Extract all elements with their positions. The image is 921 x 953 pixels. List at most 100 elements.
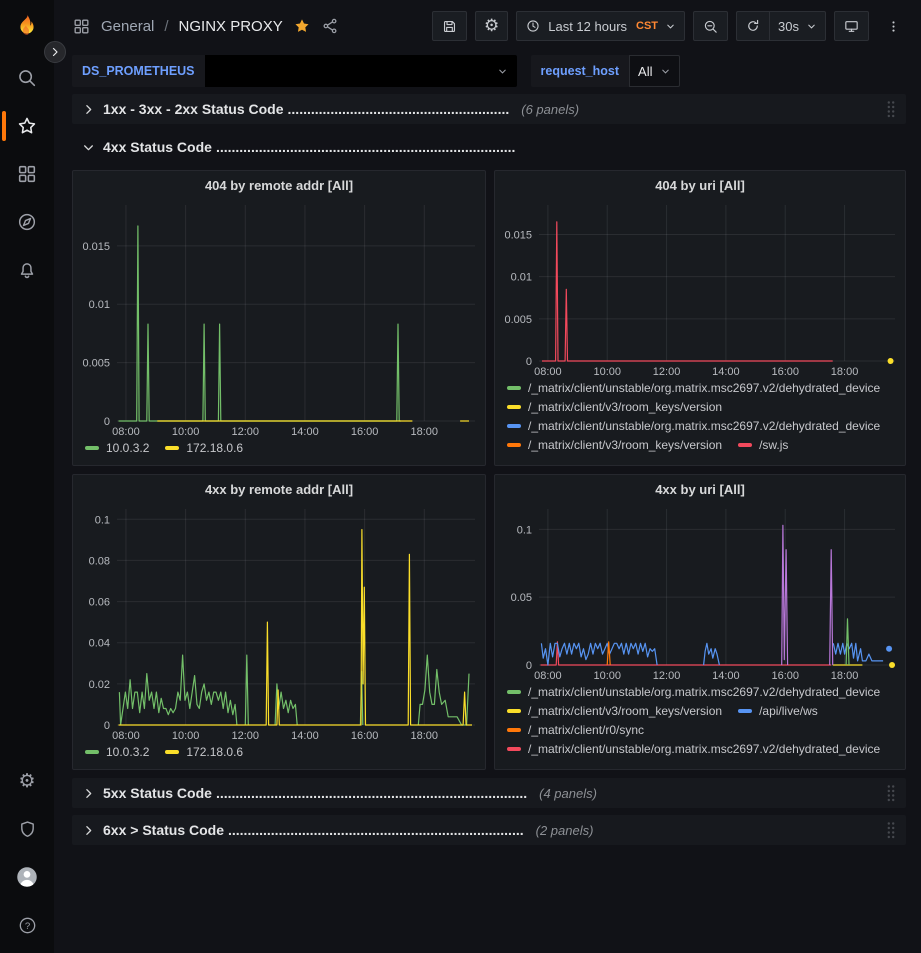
svg-text:0.01: 0.01 <box>511 272 532 284</box>
chart-404-by-remote-addr[interactable]: 08:0010:0012:0014:0016:0018:0000.0050.01… <box>73 199 485 439</box>
legend-label: /_matrix/client/v3/room_keys/version <box>528 400 722 414</box>
favorite-star-icon[interactable] <box>293 17 311 35</box>
svg-text:12:00: 12:00 <box>232 426 260 438</box>
legend-item[interactable]: /_matrix/client/v3/room_keys/version <box>507 400 722 414</box>
more-options-button[interactable] <box>877 11 909 41</box>
chart-4xx-by-uri[interactable]: 08:0010:0012:0014:0016:0018:0000.050.1 <box>495 503 905 683</box>
legend-label: /_matrix/client/unstable/org.matrix.msc2… <box>528 685 880 699</box>
breadcrumb-separator: / <box>164 18 168 35</box>
variable-value-dropdown[interactable]: All <box>629 55 680 87</box>
svg-text:0.01: 0.01 <box>89 299 110 311</box>
grafana-flame-icon <box>12 12 42 42</box>
sidebar-item-explore[interactable] <box>0 198 54 246</box>
time-range-picker[interactable]: Last 12 hours CST <box>516 11 685 41</box>
legend-label: 172.18.0.6 <box>186 441 243 455</box>
legend-label: /_matrix/client/unstable/org.matrix.msc2… <box>528 742 880 756</box>
variable-request-host: request_host All <box>531 55 681 87</box>
variable-value-dropdown[interactable] <box>205 55 517 87</box>
panel-title[interactable]: 4xx by remote addr [All] <box>73 475 485 503</box>
legend-color-swatch <box>85 750 99 754</box>
dashboard-settings-button[interactable]: ⚙ <box>475 11 508 41</box>
sidebar-expand-button[interactable] <box>44 41 66 63</box>
legend-item[interactable]: /api/live/ws <box>738 704 818 718</box>
page-title[interactable]: NGINX PROXY <box>179 18 283 35</box>
active-indicator-bar <box>2 111 6 141</box>
tv-mode-button[interactable] <box>834 11 869 41</box>
svg-text:0.015: 0.015 <box>504 230 532 242</box>
refresh-button-group: 30s <box>736 11 826 41</box>
refresh-button[interactable] <box>736 11 769 41</box>
row-title: 1xx - 3xx - 2xx Status Code <box>103 101 284 117</box>
legend-item[interactable]: /_matrix/client/v3/room_keys/version <box>507 438 722 452</box>
legend-item[interactable]: /_matrix/client/v3/room_keys/version <box>507 704 722 718</box>
drag-handle-icon[interactable] <box>886 100 896 118</box>
svg-text:14:00: 14:00 <box>712 670 740 682</box>
row-title-leader: ........................................… <box>216 139 516 155</box>
save-dashboard-button[interactable] <box>432 11 467 41</box>
legend-color-swatch <box>507 443 521 447</box>
svg-text:0: 0 <box>526 356 532 368</box>
legend-label: /_matrix/client/unstable/org.matrix.msc2… <box>528 419 880 433</box>
sidebar-item-server-admin[interactable] <box>0 805 54 853</box>
share-icon[interactable] <box>321 17 339 35</box>
legend-item[interactable]: /_matrix/client/r0/sync <box>507 723 644 737</box>
svg-text:18:00: 18:00 <box>411 426 439 438</box>
svg-text:0.015: 0.015 <box>82 241 110 253</box>
chart-404-by-uri[interactable]: 08:0010:0012:0014:0016:0018:0000.0050.01… <box>495 199 905 379</box>
legend-item[interactable]: 10.0.3.2 <box>85 745 149 759</box>
shield-icon <box>17 819 38 840</box>
variable-label: request_host <box>531 55 630 87</box>
legend-label: /sw.js <box>759 438 788 452</box>
legend-item[interactable]: /sw.js <box>738 438 788 452</box>
svg-text:14:00: 14:00 <box>712 366 740 378</box>
variable-ds-prometheus: DS_PROMETHEUS <box>72 55 517 87</box>
svg-text:0.04: 0.04 <box>89 638 110 650</box>
row-header-4xx[interactable]: 4xx Status Code ........................… <box>72 134 906 160</box>
sidebar-item-profile[interactable] <box>0 853 54 901</box>
breadcrumb-folder[interactable]: General <box>101 18 154 35</box>
sidebar-item-starred[interactable] <box>0 102 54 150</box>
svg-text:0.06: 0.06 <box>89 597 110 609</box>
svg-text:0.1: 0.1 <box>517 524 532 536</box>
panel-title[interactable]: 4xx by uri [All] <box>495 475 905 503</box>
sidebar-item-dashboards[interactable] <box>0 150 54 198</box>
drag-handle-icon[interactable] <box>886 821 896 839</box>
row-header-6xx[interactable]: 6xx > Status Code ......................… <box>72 815 906 845</box>
refresh-interval-picker[interactable]: 30s <box>769 11 826 41</box>
row-title-leader: ........................................… <box>288 101 510 117</box>
row-title: 4xx Status Code <box>103 139 212 155</box>
legend-item[interactable]: /_matrix/client/unstable/org.matrix.msc2… <box>507 381 880 395</box>
svg-text:08:00: 08:00 <box>112 730 140 742</box>
legend-label: /_matrix/client/r0/sync <box>528 723 644 737</box>
svg-text:10:00: 10:00 <box>593 670 621 682</box>
svg-text:08:00: 08:00 <box>534 670 562 682</box>
legend-item[interactable]: 10.0.3.2 <box>85 441 149 455</box>
sidebar-item-alerting[interactable] <box>0 246 54 294</box>
dashboard-grid: 1xx - 3xx - 2xx Status Code ............… <box>54 90 921 953</box>
svg-text:12:00: 12:00 <box>653 366 681 378</box>
svg-text:0.005: 0.005 <box>82 358 110 370</box>
row-header-5xx[interactable]: 5xx Status Code ........................… <box>72 778 906 808</box>
legend-item[interactable]: /_matrix/client/unstable/org.matrix.msc2… <box>507 685 880 699</box>
zoom-out-time-button[interactable] <box>693 11 728 41</box>
search-icon <box>16 67 38 89</box>
chevron-down-icon <box>497 66 508 77</box>
svg-text:10:00: 10:00 <box>172 730 200 742</box>
compass-icon <box>16 211 38 233</box>
row-header-1xx-3xx-2xx[interactable]: 1xx - 3xx - 2xx Status Code ............… <box>72 94 906 124</box>
dashboards-grid-icon <box>72 17 91 36</box>
legend-item[interactable]: /_matrix/client/unstable/org.matrix.msc2… <box>507 742 880 756</box>
panel-title[interactable]: 404 by remote addr [All] <box>73 171 485 199</box>
drag-handle-icon[interactable] <box>886 784 896 802</box>
legend-item[interactable]: 172.18.0.6 <box>165 745 243 759</box>
panel-title[interactable]: 404 by uri [All] <box>495 171 905 199</box>
legend-item[interactable]: /_matrix/client/unstable/org.matrix.msc2… <box>507 419 880 433</box>
sidebar-item-help[interactable]: ? <box>0 901 54 949</box>
panel-legend: /_matrix/client/unstable/org.matrix.msc2… <box>495 683 905 769</box>
chart-4xx-by-remote-addr[interactable]: 08:0010:0012:0014:0016:0018:0000.020.040… <box>73 503 485 743</box>
monitor-icon <box>843 18 860 35</box>
sidebar-item-configuration[interactable]: ⚙ <box>0 757 54 805</box>
sidebar-item-search[interactable] <box>0 54 54 102</box>
legend-item[interactable]: 172.18.0.6 <box>165 441 243 455</box>
svg-text:16:00: 16:00 <box>351 730 379 742</box>
